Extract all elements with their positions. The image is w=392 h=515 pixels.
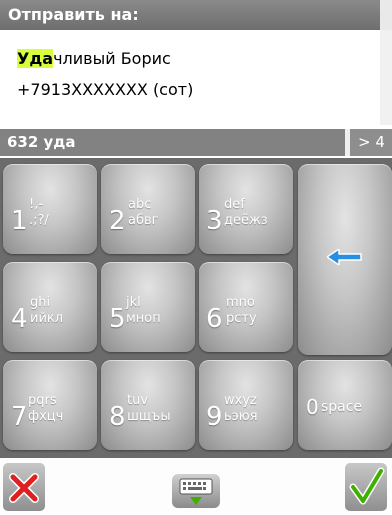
key-digit: 7 (11, 402, 28, 432)
key-letters-cyrillic: шщъы (127, 409, 171, 424)
keyboard-icon (179, 478, 213, 505)
key-7[interactable]: 7 pqrs фхцч (3, 360, 97, 450)
contact-phone: +7913XXXXXXX (сот) (17, 80, 194, 99)
key-digit: 6 (206, 304, 223, 334)
key-letters-cyrillic: рсту (226, 311, 257, 326)
header-bar: Отправить на: (0, 0, 392, 30)
backspace-button[interactable] (298, 164, 392, 355)
confirm-button[interactable] (345, 463, 387, 511)
key-digit: 9 (206, 402, 223, 432)
key-digit: 1 (11, 206, 28, 236)
input-bar: 632 уда > 4 (0, 129, 392, 156)
key-letters-latin: tuv (127, 393, 149, 408)
key-digit: 4 (11, 304, 28, 334)
key-digit: 2 (109, 206, 126, 236)
key-letters-cyrillic: деёжз (224, 213, 268, 228)
key-8[interactable]: 8 tuv шщъы (101, 360, 195, 450)
left-arrow-icon (327, 249, 362, 265)
key-letters-cyrillic: мноп (126, 311, 161, 326)
key-letters-latin: wxyz (224, 393, 257, 408)
search-query: 632 уда (7, 133, 76, 151)
key-5[interactable]: 5 jkl мноп (101, 262, 195, 352)
key-0-space[interactable]: 0 space (298, 360, 392, 450)
next-page-button[interactable]: > 4 (350, 129, 392, 156)
key-3[interactable]: 3 def деёжз (199, 164, 293, 254)
close-icon (9, 473, 39, 503)
contact-card[interactable]: Удачливый Борис +7913XXXXXXX (сот) (0, 30, 380, 125)
key-letters-latin: pqrs (28, 393, 57, 408)
key-letters-latin: space (321, 399, 363, 415)
checkmark-icon (349, 467, 385, 505)
key-letters-latin: !,- (29, 197, 44, 212)
name-rest: чливый Борис (53, 49, 171, 68)
key-6[interactable]: 6 mno рсту (199, 262, 293, 352)
key-letters-cyrillic: фхцч (28, 409, 64, 424)
key-digit: 8 (109, 402, 126, 432)
key-letters-cyrillic: ьэюя (224, 409, 258, 424)
key-4[interactable]: 4 ghi ийкл (3, 262, 97, 352)
key-letters-latin: abc (128, 197, 152, 212)
contact-name: Удачливый Борис (17, 49, 171, 68)
contact-scroll-strip[interactable] (380, 30, 392, 125)
page-title: Отправить на: (8, 5, 139, 24)
key-2[interactable]: 2 abc абвг (101, 164, 195, 254)
key-letters-cyrillic: ийкл (30, 311, 64, 326)
cancel-button[interactable] (3, 463, 45, 511)
key-letters-latin: def (224, 197, 245, 212)
key-9[interactable]: 9 wxyz ьэюя (199, 360, 293, 450)
key-letters-latin: mno (226, 295, 255, 310)
key-digit: 3 (206, 206, 223, 236)
key-letters-cyrillic: абвг (128, 213, 159, 228)
key-letters-cyrillic: .;?/ (29, 213, 49, 228)
key-1[interactable]: 1 !,- .;?/ (3, 164, 97, 254)
key-letters-latin: jkl (126, 295, 141, 310)
key-letters-latin: ghi (30, 295, 51, 310)
key-digit: 0 (306, 395, 319, 419)
keyboard-toggle-button[interactable] (172, 474, 220, 508)
key-digit: 5 (109, 304, 126, 334)
next-page-label: > 4 (358, 133, 385, 151)
keypad: 1 !,- .;?/ 2 abc абвг 3 def деёжз 4 ghi … (0, 158, 392, 458)
header-scroll-strip (380, 0, 392, 30)
name-match-highlight: Уда (17, 49, 54, 68)
